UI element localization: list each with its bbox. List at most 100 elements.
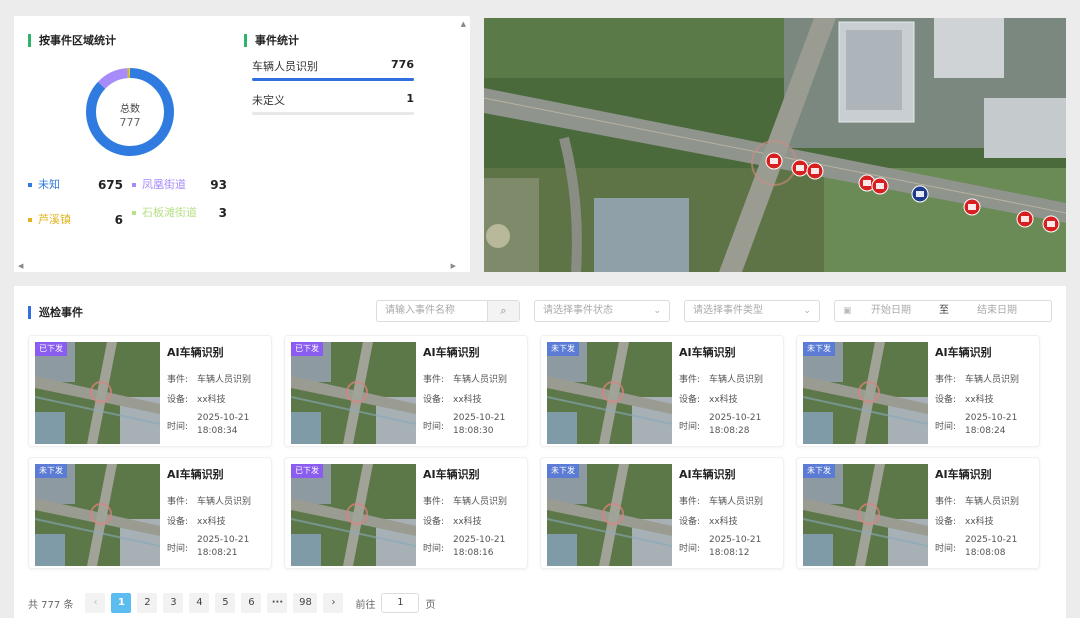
region-stats-title: 按事件区域统计 bbox=[28, 34, 116, 47]
event-stat-name: 未定义 bbox=[252, 94, 285, 107]
scroll-up-icon[interactable]: ▲ bbox=[461, 20, 466, 28]
device-key: 设备: bbox=[167, 395, 189, 405]
type-select-placeholder: 请选择事件类型 bbox=[693, 305, 763, 316]
event-card[interactable]: 已下发 AI车辆识别 事件: 车辆人员识别 设备: xx科技 时间: 2025-10-21 18… bbox=[284, 457, 528, 569]
event-thumbnail[interactable]: 已下发 bbox=[291, 464, 416, 566]
end-date-input[interactable]: 结束日期 bbox=[977, 301, 1017, 321]
event-thumbnail[interactable]: 未下发 bbox=[803, 464, 928, 566]
event-name-search[interactable]: 请输入事件名称 ⌕ bbox=[376, 300, 520, 322]
start-date-input[interactable]: 开始日期 bbox=[871, 301, 911, 321]
event-marker-icon[interactable] bbox=[791, 159, 809, 177]
device-line: 设备: xx科技 bbox=[679, 392, 738, 405]
event-line: 事件: 车辆人员识别 bbox=[679, 494, 763, 507]
time-key: 时间: bbox=[167, 543, 189, 554]
date-range-picker[interactable]: ▣ 开始日期 至 结束日期 bbox=[834, 300, 1052, 322]
event-thumbnail[interactable]: 未下发 bbox=[547, 464, 672, 566]
device-value: xx科技 bbox=[965, 395, 994, 405]
status-select[interactable]: 请选择事件状态 ⌄ bbox=[534, 300, 670, 322]
event-stat-value: 1 bbox=[406, 92, 414, 105]
scroll-left-icon[interactable]: ◀ bbox=[18, 262, 23, 270]
legend-name: 凤凰街道 bbox=[142, 178, 186, 191]
time-key: 时间: bbox=[679, 421, 701, 432]
device-key: 设备: bbox=[935, 517, 957, 527]
event-marker-icon[interactable] bbox=[911, 185, 929, 203]
event-card[interactable]: 已下发 AI车辆识别 事件: 车辆人员识别 设备: xx科技 时间: 2025-10-21 18… bbox=[284, 335, 528, 447]
device-line: 设备: xx科技 bbox=[423, 514, 482, 527]
event-marker-icon[interactable] bbox=[871, 177, 889, 195]
legend-name: 芦溪镇 bbox=[38, 213, 71, 226]
event-marker-icon[interactable] bbox=[963, 198, 981, 216]
event-thumbnail[interactable]: 已下发 bbox=[291, 342, 416, 444]
time-key: 时间: bbox=[679, 543, 701, 554]
event-card-title: AI车辆识别 bbox=[679, 468, 736, 481]
more-pages-button[interactable]: ··· bbox=[267, 593, 288, 613]
chevron-down-icon: ⌄ bbox=[653, 306, 661, 316]
status-badge: 未下发 bbox=[803, 464, 835, 478]
time-key: 时间: bbox=[423, 543, 445, 554]
event-card[interactable]: 已下发 AI车辆识别 事件: 车辆人员识别 设备: xx科技 时间: 2025-10-21 18… bbox=[28, 335, 272, 447]
event-key: 事件: bbox=[423, 497, 445, 507]
event-stat-value: 776 bbox=[391, 58, 414, 71]
device-value: xx科技 bbox=[965, 517, 994, 527]
time-key: 时间: bbox=[935, 421, 957, 432]
status-badge: 未下发 bbox=[35, 464, 67, 478]
event-stat-bar bbox=[252, 78, 414, 81]
search-input[interactable]: 请输入事件名称 bbox=[385, 305, 455, 316]
event-thumbnail[interactable]: 未下发 bbox=[547, 342, 672, 444]
type-select[interactable]: 请选择事件类型 ⌄ bbox=[684, 300, 820, 322]
time-line: 时间: 2025-10-21 18:08:30 bbox=[423, 412, 505, 438]
time-date: 2025-10-21 bbox=[453, 413, 506, 423]
event-card-title: AI车辆识别 bbox=[935, 468, 992, 481]
page-button[interactable]: 5 bbox=[215, 593, 236, 613]
event-value: 车辆人员识别 bbox=[197, 375, 252, 385]
event-card[interactable]: 未下发 AI车辆识别 事件: 车辆人员识别 设备: xx科技 时间: 2025-10-21 18… bbox=[796, 335, 1040, 447]
time-clock: 18:08:21 bbox=[197, 548, 238, 558]
time-date: 2025-10-21 bbox=[965, 535, 1018, 545]
page-button[interactable]: 2 bbox=[137, 593, 158, 613]
page-button[interactable]: 1 bbox=[111, 593, 132, 613]
goto-page-input[interactable]: 1 bbox=[381, 593, 420, 613]
device-key: 设备: bbox=[167, 517, 189, 527]
event-stat-row: 未定义 1 bbox=[252, 92, 414, 115]
device-value: xx科技 bbox=[453, 395, 482, 405]
event-card[interactable]: 未下发 AI车辆识别 事件: 车辆人员识别 设备: xx科技 时间: 2025-10-21 18… bbox=[540, 335, 784, 447]
legend-item-shibantan: 石板滩街道 3 bbox=[132, 206, 227, 220]
time-date: 2025-10-21 bbox=[453, 535, 506, 545]
event-stat-bar-fill bbox=[252, 78, 414, 81]
satellite-map[interactable] bbox=[484, 18, 1066, 272]
time-line: 时间: 2025-10-21 18:08:24 bbox=[935, 412, 1017, 438]
device-key: 设备: bbox=[935, 395, 957, 405]
event-card[interactable]: 未下发 AI车辆识别 事件: 车辆人员识别 设备: xx科技 时间: 2025-10-21 18… bbox=[796, 457, 1040, 569]
event-card[interactable]: 未下发 AI车辆识别 事件: 车辆人员识别 设备: xx科技 时间: 2025-10-21 18… bbox=[28, 457, 272, 569]
last-page-button[interactable]: 98 bbox=[293, 593, 318, 613]
page-button[interactable]: 3 bbox=[163, 593, 184, 613]
device-line: 设备: xx科技 bbox=[935, 514, 994, 527]
event-line: 事件: 车辆人员识别 bbox=[935, 494, 1019, 507]
event-marker-icon[interactable] bbox=[1016, 210, 1034, 228]
next-page-button[interactable]: › bbox=[323, 593, 344, 613]
scroll-right-icon[interactable]: ▶ bbox=[451, 262, 456, 270]
page-button[interactable]: 6 bbox=[241, 593, 262, 613]
event-stats-title: 事件统计 bbox=[244, 34, 299, 47]
event-key: 事件: bbox=[935, 497, 957, 507]
event-marker-icon[interactable] bbox=[1042, 215, 1060, 233]
legend-dot bbox=[132, 183, 136, 187]
prev-page-button[interactable]: ‹ bbox=[85, 593, 106, 613]
stats-panel: 按事件区域统计 总数 777 未知 675 凤凰街道 93 芦溪镇 6 石板滩街… bbox=[14, 16, 470, 272]
chevron-down-icon: ⌄ bbox=[803, 306, 811, 316]
event-key: 事件: bbox=[679, 375, 701, 385]
event-marker-icon[interactable] bbox=[765, 152, 783, 170]
event-line: 事件: 车辆人员识别 bbox=[679, 372, 763, 385]
event-thumbnail[interactable]: 已下发 bbox=[35, 342, 160, 444]
event-key: 事件: bbox=[679, 497, 701, 507]
time-date: 2025-10-21 bbox=[197, 535, 250, 545]
event-marker-icon[interactable] bbox=[806, 162, 824, 180]
event-thumbnail[interactable]: 未下发 bbox=[803, 342, 928, 444]
search-icon[interactable]: ⌕ bbox=[487, 301, 519, 321]
page-button[interactable]: 4 bbox=[189, 593, 210, 613]
event-value: 车辆人员识别 bbox=[453, 375, 508, 385]
event-thumbnail[interactable]: 未下发 bbox=[35, 464, 160, 566]
patrol-events-panel: 巡检事件 请输入事件名称 ⌕ 请选择事件状态 ⌄ 请选择事件类型 ⌄ ▣ 开始日… bbox=[14, 286, 1066, 618]
legend-dot bbox=[28, 218, 32, 222]
event-card[interactable]: 未下发 AI车辆识别 事件: 车辆人员识别 设备: xx科技 时间: 2025-10-21 18… bbox=[540, 457, 784, 569]
